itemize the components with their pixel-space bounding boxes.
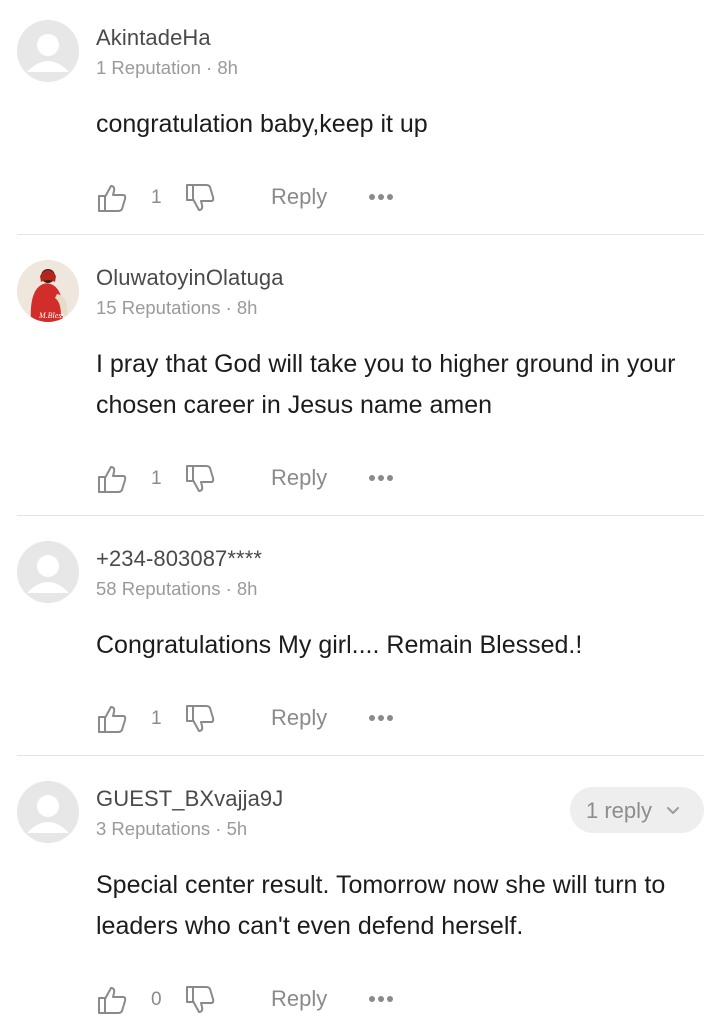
default-avatar-icon: [17, 541, 79, 603]
avatar[interactable]: M.Bless: [17, 260, 79, 322]
thumbs-down-icon[interactable]: [184, 703, 216, 735]
like-count: 0: [151, 989, 162, 1010]
thumbs-up-icon[interactable]: [96, 703, 128, 735]
comment-text: I pray that God will take you to higher …: [96, 350, 676, 419]
comment-actions: 1 Reply: [96, 703, 416, 735]
thumbs-up-icon[interactable]: [96, 463, 128, 495]
avatar[interactable]: [17, 541, 79, 603]
comment-text: congratulation baby,keep it up: [96, 110, 428, 138]
more-horizontal-icon[interactable]: [368, 712, 394, 724]
replies-label: 1 reply: [586, 798, 653, 823]
view-replies-button[interactable]: 1 reply: [570, 787, 704, 833]
username[interactable]: +234-803087****: [96, 546, 262, 572]
default-avatar-icon: [17, 781, 79, 843]
username[interactable]: AkintadeHa: [96, 25, 211, 51]
avatar[interactable]: [17, 781, 79, 843]
like-count: 1: [151, 708, 162, 729]
reputation-time: 15 Reputations · 8h: [96, 297, 258, 318]
photo-avatar: M.Bless: [17, 260, 79, 322]
reply-button[interactable]: Reply: [271, 705, 327, 731]
reply-button[interactable]: Reply: [271, 184, 327, 210]
username[interactable]: OluwatoyinOlatuga: [96, 265, 284, 291]
like-count: 1: [151, 468, 162, 489]
thumbs-down-icon[interactable]: [184, 182, 216, 214]
divider: [17, 515, 704, 516]
more-horizontal-icon[interactable]: [368, 993, 394, 1005]
thumbs-up-icon[interactable]: [96, 182, 128, 214]
comment-actions: 1 Reply: [96, 182, 416, 214]
thumbs-down-icon[interactable]: [184, 463, 216, 495]
avatar[interactable]: [17, 20, 79, 82]
thumbs-up-icon[interactable]: [96, 984, 128, 1016]
reputation-time: 3 Reputations · 5h: [96, 818, 248, 839]
like-count: 1: [151, 187, 162, 208]
comment-text: Congratulations My girl.... Remain Bless…: [96, 631, 583, 659]
chevron-down-icon: [667, 807, 679, 814]
comment-actions: 0 Reply: [96, 984, 416, 1016]
comment-actions: 1 Reply: [96, 463, 416, 495]
reputation-time: 58 Reputations · 8h: [96, 578, 258, 599]
username[interactable]: GUEST_BXvajja9J: [96, 786, 283, 812]
more-horizontal-icon[interactable]: [368, 191, 394, 203]
avatar-caption: M.Bless: [38, 311, 65, 320]
comment-text: Special center result. Tomorrow now she …: [96, 871, 666, 940]
more-horizontal-icon[interactable]: [368, 472, 394, 484]
default-avatar-icon: [17, 20, 79, 82]
reply-button[interactable]: Reply: [271, 986, 327, 1012]
divider: [17, 755, 704, 756]
divider: [17, 234, 704, 235]
thumbs-down-icon[interactable]: [184, 984, 216, 1016]
reply-button[interactable]: Reply: [271, 465, 327, 491]
reputation-time: 1 Reputation · 8h: [96, 57, 238, 78]
